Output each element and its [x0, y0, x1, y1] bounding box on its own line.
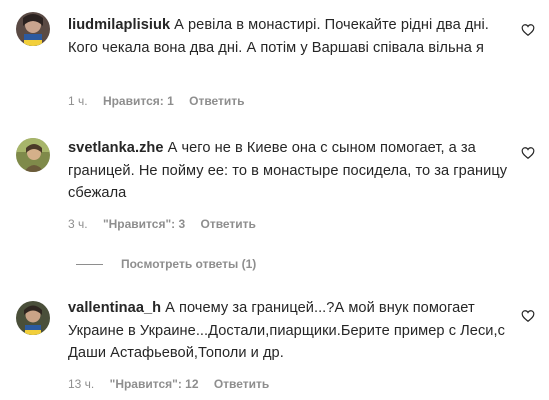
heart-outline-icon[interactable]: [521, 146, 535, 160]
avatar[interactable]: [16, 138, 50, 172]
comment-username[interactable]: svetlanka.zhe: [68, 140, 164, 156]
comment-body: vallentinaa_h А почему за границей...?А м…: [68, 297, 508, 365]
comment-meta: 13 ч. "Нравится": 12 Ответить: [68, 377, 269, 391]
reply-button[interactable]: Ответить: [189, 94, 244, 108]
comment-likes[interactable]: "Нравится": 3: [103, 217, 185, 231]
comment-likes[interactable]: Нравится: 1: [103, 94, 174, 108]
comment-username[interactable]: vallentinaa_h: [68, 300, 161, 316]
comment-time[interactable]: 3 ч.: [68, 217, 88, 231]
comment-meta: 3 ч. "Нравится": 3 Ответить: [68, 217, 256, 231]
comment-time[interactable]: 1 ч.: [68, 94, 88, 108]
reply-button[interactable]: Ответить: [214, 377, 269, 391]
comment-meta: 1 ч. Нравится: 1 Ответить: [68, 94, 245, 108]
comment-likes[interactable]: "Нравится": 12: [110, 377, 199, 391]
comment-body: svetlanka.zhe А чего не в Киеве она с сын…: [68, 137, 508, 205]
comment-body: liudmilaplisiuk А ревіла в монастирі. Поч…: [68, 14, 508, 59]
reply-button[interactable]: Ответить: [200, 217, 255, 231]
replies-divider-line: [76, 263, 103, 265]
view-replies-label: Посмотреть ответы (1): [121, 257, 257, 271]
avatar[interactable]: [16, 301, 50, 335]
comment-time[interactable]: 13 ч.: [68, 377, 94, 391]
comment-username[interactable]: liudmilaplisiuk: [68, 17, 170, 33]
heart-outline-icon[interactable]: [521, 309, 535, 323]
avatar[interactable]: [16, 12, 50, 46]
heart-outline-icon[interactable]: [521, 23, 535, 37]
view-replies-button[interactable]: Посмотреть ответы (1): [76, 256, 256, 272]
